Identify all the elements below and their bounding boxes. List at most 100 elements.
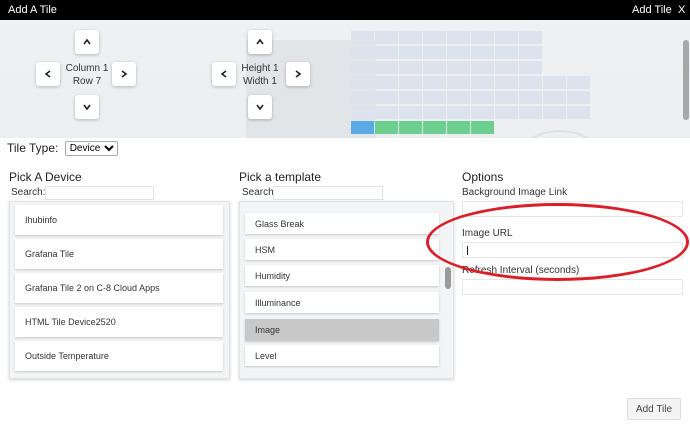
layout-grid-cell[interactable] [399, 91, 422, 104]
layout-grid-cell[interactable] [399, 31, 422, 44]
layout-grid-cell[interactable] [375, 121, 398, 134]
layout-grid-cell[interactable] [567, 106, 590, 119]
close-button[interactable]: X [678, 4, 685, 16]
device-list-item[interactable]: Outside Temperature [15, 341, 223, 371]
layout-grid-cell[interactable] [399, 46, 422, 59]
layout-grid-cell[interactable] [375, 106, 398, 119]
layout-grid-cell[interactable] [495, 46, 518, 59]
background-image-label: Background Image Link [462, 187, 568, 198]
move-right-button[interactable] [112, 62, 136, 86]
device-search-input[interactable] [45, 186, 154, 200]
move-left-button[interactable] [36, 62, 60, 86]
layout-grid-cell[interactable] [471, 121, 494, 134]
device-list-item[interactable]: Grafana Tile 2 on C-8 Cloud Apps [15, 273, 223, 303]
layout-grid-cell[interactable] [495, 61, 518, 74]
background-image-input[interactable] [462, 201, 683, 217]
layout-grid-cell[interactable] [543, 106, 566, 119]
template-list-item[interactable]: Humidity [245, 265, 439, 286]
device-picker-title: Pick A Device [9, 170, 82, 184]
layout-grid-cell[interactable] [519, 61, 542, 74]
layout-grid-cell[interactable] [567, 91, 590, 104]
layout-grid-cell[interactable] [519, 106, 542, 119]
template-list-scrollbar[interactable] [445, 267, 451, 289]
layout-grid-cell[interactable] [423, 76, 446, 89]
template-list-item[interactable]: HSM [245, 239, 439, 260]
add-tile-header-button[interactable]: Add Tile [632, 4, 672, 16]
layout-grid-cell[interactable] [351, 31, 374, 44]
template-list-item[interactable]: Level [245, 345, 439, 366]
width-increase-button[interactable] [286, 62, 310, 86]
template-list-item-selected[interactable]: Image [245, 319, 439, 341]
layout-grid-cell[interactable] [447, 76, 470, 89]
layout-grid-cell[interactable] [447, 121, 470, 134]
layout-grid-cell[interactable] [447, 31, 470, 44]
image-url-input[interactable] [462, 242, 683, 258]
move-down-button[interactable] [75, 95, 99, 119]
layout-grid-cell[interactable] [399, 76, 422, 89]
layout-grid-cell[interactable] [471, 91, 494, 104]
add-tile-button[interactable]: Add Tile [627, 398, 681, 420]
layout-grid-cell[interactable] [351, 121, 374, 134]
column-label: Column 1 [65, 63, 109, 74]
size-readout: Height 1 Width 1 [238, 62, 282, 88]
layout-grid-cell[interactable] [423, 31, 446, 44]
layout-grid-cell[interactable] [471, 106, 494, 119]
layout-grid-cell[interactable] [471, 61, 494, 74]
layout-grid-cell[interactable] [543, 91, 566, 104]
layout-grid-cell[interactable] [375, 31, 398, 44]
layout-grid-cell[interactable] [351, 91, 374, 104]
template-list-item[interactable]: Illuminance [245, 292, 439, 313]
layout-grid-cell[interactable] [423, 91, 446, 104]
layout-grid-cell[interactable] [423, 61, 446, 74]
device-list-item[interactable]: HTML Tile Device2520 [15, 307, 223, 337]
tile-type-select[interactable]: Device [64, 141, 118, 157]
layout-grid-cell[interactable] [375, 76, 398, 89]
layout-grid-cell[interactable] [375, 46, 398, 59]
template-list[interactable]: Glass Break HSM Humidity Illuminance Ima… [239, 201, 454, 379]
layout-grid-cell[interactable] [543, 76, 566, 89]
layout-grid-cell[interactable] [519, 31, 542, 44]
template-list-item[interactable]: Glass Break [245, 213, 439, 234]
width-decrease-button[interactable] [212, 62, 236, 86]
layout-grid-cell[interactable] [351, 106, 374, 119]
layout-grid-cell[interactable] [471, 76, 494, 89]
device-list-item[interactable]: Ihubinfo [15, 205, 223, 235]
layout-grid-cell[interactable] [423, 121, 446, 134]
layout-grid-cell[interactable] [399, 61, 422, 74]
layout-grid-cell[interactable] [351, 61, 374, 74]
layout-grid-cell[interactable] [447, 91, 470, 104]
dialog-scrollbar[interactable] [683, 40, 689, 120]
height-decrease-button[interactable] [248, 30, 272, 54]
device-list-item[interactable]: Grafana Tile [15, 239, 223, 269]
layout-grid-cell[interactable] [495, 106, 518, 119]
template-picker-title: Pick a template [239, 170, 322, 184]
chevron-down-icon [256, 104, 264, 111]
layout-grid-cell[interactable] [567, 76, 590, 89]
layout-grid-cell[interactable] [495, 76, 518, 89]
chevron-left-icon [44, 70, 51, 78]
layout-grid-cell[interactable] [351, 76, 374, 89]
layout-grid-cell[interactable] [399, 121, 422, 134]
layout-grid-cell[interactable] [375, 91, 398, 104]
text-caret [467, 246, 468, 255]
move-up-button[interactable] [75, 30, 99, 54]
layout-grid-cell[interactable] [351, 46, 374, 59]
layout-grid-cell[interactable] [423, 46, 446, 59]
layout-grid-cell[interactable] [447, 106, 470, 119]
layout-grid-cell[interactable] [471, 31, 494, 44]
layout-grid-cell[interactable] [495, 31, 518, 44]
height-increase-button[interactable] [248, 95, 272, 119]
layout-grid-cell[interactable] [519, 76, 542, 89]
layout-grid-cell[interactable] [495, 91, 518, 104]
layout-grid-cell[interactable] [423, 106, 446, 119]
layout-grid-cell[interactable] [399, 106, 422, 119]
layout-grid-cell[interactable] [447, 61, 470, 74]
layout-grid-cell[interactable] [447, 46, 470, 59]
refresh-interval-input[interactable] [462, 279, 683, 295]
layout-grid-cell[interactable] [519, 46, 542, 59]
layout-grid-cell[interactable] [519, 91, 542, 104]
layout-grid-cell[interactable] [471, 46, 494, 59]
device-list[interactable]: Ihubinfo Grafana Tile Grafana Tile 2 on … [9, 201, 230, 379]
template-search-input[interactable] [273, 186, 383, 200]
layout-grid-cell[interactable] [375, 61, 398, 74]
